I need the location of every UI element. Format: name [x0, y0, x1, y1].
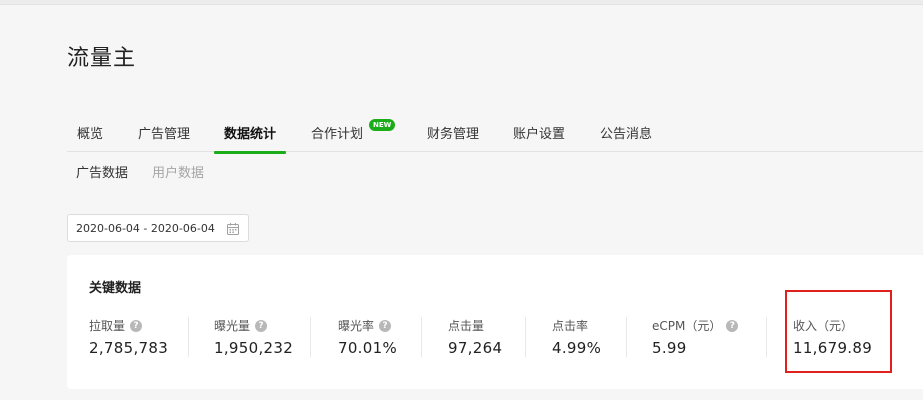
- metric-value: 70.01%: [338, 339, 397, 357]
- new-badge: NEW: [369, 119, 396, 131]
- page-title: 流量主: [67, 46, 137, 71]
- metric-label: 曝光量: [214, 319, 251, 333]
- tab-finance[interactable]: 财务管理: [427, 123, 479, 152]
- metric-divider: [188, 317, 189, 357]
- calendar-icon: [227, 223, 239, 235]
- question-circle-icon[interactable]: ?: [255, 319, 268, 332]
- window-top-edge: [0, 0, 923, 5]
- tab-cooperation-plan[interactable]: 合作计划: [311, 123, 363, 152]
- revenue-highlight-box: [785, 290, 892, 373]
- metric-value: 97,264: [448, 339, 503, 357]
- date-range-value: 2020-06-04 - 2020-06-04: [76, 222, 215, 235]
- subtab-ad-data[interactable]: 广告数据: [76, 162, 128, 181]
- tab-account-settings[interactable]: 账户设置: [513, 123, 565, 152]
- metric-value: 2,785,783: [89, 339, 169, 357]
- question-circle-icon[interactable]: ?: [130, 319, 143, 332]
- tab-overview[interactable]: 概览: [77, 123, 103, 152]
- tab-ad-management[interactable]: 广告管理: [138, 123, 190, 152]
- tab-data-statistics[interactable]: 数据统计: [213, 123, 287, 154]
- metric-value: 4.99%: [552, 339, 602, 357]
- metric-label: 点击量: [448, 319, 485, 333]
- metric-divider: [766, 317, 767, 357]
- metric-value: 1,950,232: [214, 339, 294, 357]
- main-tabs: 概览 广告管理 数据统计 合作计划 NEW 财务管理 账户设置 公告消息: [67, 113, 923, 154]
- metric-value: 5.99: [652, 339, 687, 357]
- key-data-title: 关键数据: [89, 281, 142, 296]
- metric-label: eCPM（元）: [652, 319, 722, 333]
- metric-divider: [421, 317, 422, 357]
- tab-announcements[interactable]: 公告消息: [600, 123, 652, 152]
- metric-divider: [626, 317, 627, 357]
- date-range-picker[interactable]: 2020-06-04 - 2020-06-04: [67, 214, 249, 242]
- metric-divider: [525, 317, 526, 357]
- metric-divider: [310, 317, 311, 357]
- metric-label: 拉取量: [89, 319, 126, 333]
- metric-label: 曝光率: [338, 319, 375, 333]
- question-circle-icon[interactable]: ?: [726, 319, 739, 332]
- subtab-user-data[interactable]: 用户数据: [152, 162, 204, 181]
- question-circle-icon[interactable]: ?: [379, 319, 392, 332]
- metric-label: 点击率: [552, 319, 589, 333]
